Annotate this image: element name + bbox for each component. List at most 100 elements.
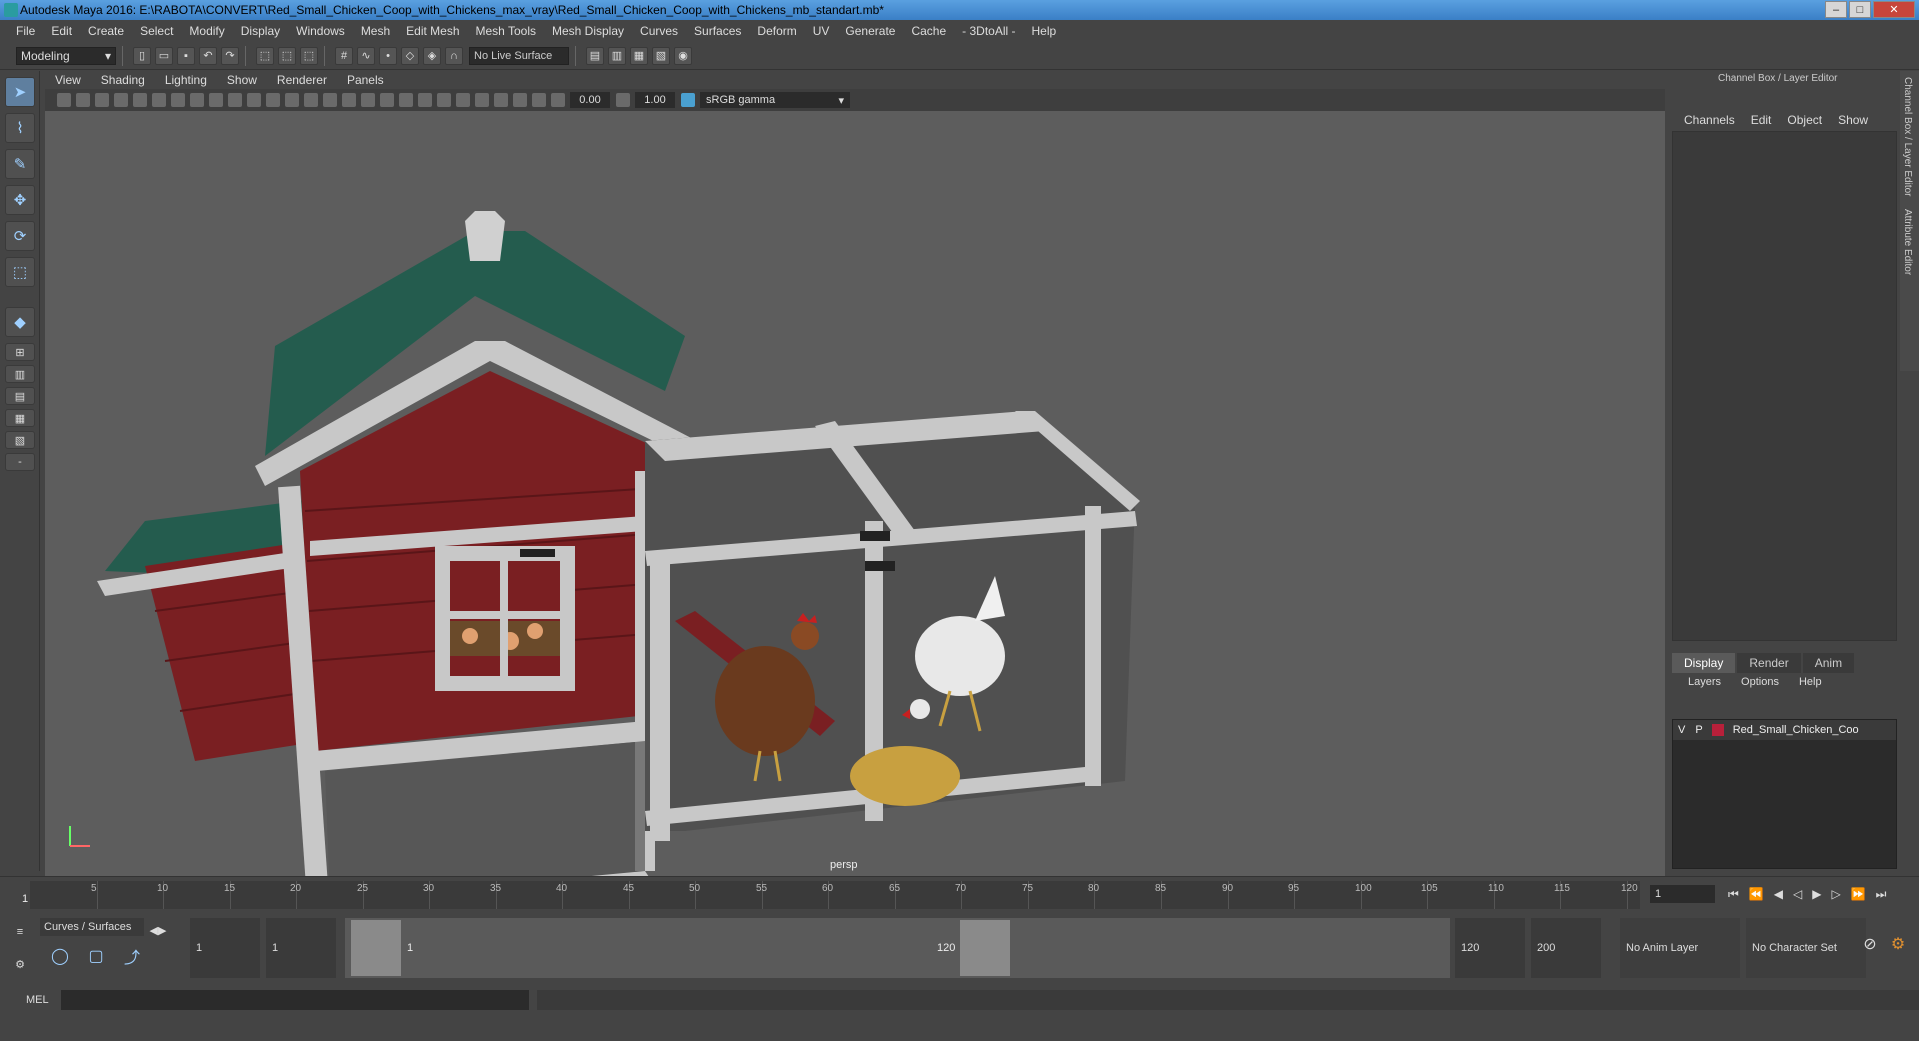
object-menu[interactable]: Object <box>1779 113 1830 127</box>
film-gate-icon[interactable] <box>190 93 204 107</box>
select-object-icon[interactable]: ⬚ <box>278 46 296 65</box>
grid-icon[interactable] <box>171 93 185 107</box>
range-slider[interactable]: 1 120 <box>345 918 1450 978</box>
gate-mask-icon[interactable] <box>228 93 242 107</box>
four-view-icon[interactable]: ⊞ <box>5 343 35 361</box>
maximize-button[interactable]: □ <box>1849 1 1871 18</box>
select-hierarchy-icon[interactable]: ⬚ <box>256 46 274 65</box>
ipr-render-icon[interactable]: ▦ <box>630 46 648 65</box>
safe-action-icon[interactable] <box>266 93 280 107</box>
anim-layer-dropdown[interactable]: No Anim Layer <box>1620 918 1740 978</box>
snap-grid-icon[interactable]: # <box>335 46 353 65</box>
edit-menu[interactable]: Edit <box>1743 113 1780 127</box>
xray-icon[interactable] <box>494 93 508 107</box>
isolate-select-icon[interactable] <box>475 93 489 107</box>
menu-windows[interactable]: Windows <box>288 24 353 38</box>
tab-render[interactable]: Render <box>1737 653 1801 673</box>
range-start-handle[interactable] <box>351 920 401 976</box>
menu-mesh-display[interactable]: Mesh Display <box>544 24 632 38</box>
rotate-tool-icon[interactable]: ⟳ <box>5 221 35 251</box>
step-back-key-icon[interactable]: ⏪ <box>1749 887 1764 901</box>
color-space-dropdown[interactable]: sRGB gamma ▾ <box>700 92 850 108</box>
menu-edit-mesh[interactable]: Edit Mesh <box>398 24 467 38</box>
hypershade-icon[interactable]: ◉ <box>674 46 692 65</box>
menu-cache[interactable]: Cache <box>903 24 954 38</box>
menu-edit[interactable]: Edit <box>43 24 80 38</box>
shelf-tab-curves-surfaces[interactable]: Curves / Surfaces <box>40 918 144 936</box>
panel-menu-panels[interactable]: Panels <box>337 73 394 87</box>
render-frame-icon[interactable]: ▥ <box>608 46 626 65</box>
step-back-frame-icon[interactable]: ◀ <box>1774 887 1783 901</box>
smooth-shade-icon[interactable] <box>323 93 337 107</box>
render-view-icon[interactable]: ▧ <box>652 46 670 65</box>
motion-blur-icon[interactable] <box>437 93 451 107</box>
xray-active-icon[interactable] <box>532 93 546 107</box>
camera-icon[interactable] <box>57 93 71 107</box>
menu-display[interactable]: Display <box>233 24 288 38</box>
select-component-icon[interactable]: ⬚ <box>300 46 318 65</box>
menu-curves[interactable]: Curves <box>632 24 686 38</box>
menu-3dtoall[interactable]: - 3DtoAll - <box>954 24 1023 38</box>
command-input[interactable] <box>60 990 530 1010</box>
layer-color-swatch[interactable] <box>1711 724 1724 736</box>
tab-anim[interactable]: Anim <box>1802 653 1855 673</box>
panel-menu-view[interactable]: View <box>45 73 91 87</box>
wireframe-icon[interactable] <box>304 93 318 107</box>
persp-graph-icon[interactable]: ▦ <box>5 409 35 427</box>
side-tab-channel-box[interactable]: Channel Box / Layer Editor <box>1900 71 1915 203</box>
new-scene-icon[interactable]: ▯ <box>133 46 151 65</box>
start-time-field[interactable]: 1 <box>190 918 260 978</box>
snap-point-icon[interactable]: • <box>379 46 397 65</box>
menu-modify[interactable]: Modify <box>181 24 232 38</box>
close-button[interactable]: ✕ <box>1873 1 1915 18</box>
live-surface-field[interactable]: No Live Surface <box>469 46 569 65</box>
render-settings-icon[interactable]: ▤ <box>586 46 604 65</box>
snap-curve-icon[interactable]: ∿ <box>357 46 375 65</box>
menu-mesh[interactable]: Mesh <box>353 24 398 38</box>
two-view-icon[interactable]: ▥ <box>5 365 35 383</box>
current-frame-field[interactable]: 1 <box>1650 885 1715 903</box>
channel-box-area[interactable] <box>1672 131 1897 641</box>
play-forward-icon[interactable]: ▶ <box>1812 887 1821 901</box>
menu-help[interactable]: Help <box>1024 24 1065 38</box>
anim-prefs-icon[interactable]: ⚙ <box>1886 932 1910 956</box>
resolution-gate-icon[interactable] <box>209 93 223 107</box>
side-tab-attribute-editor[interactable]: Attribute Editor <box>1900 203 1915 281</box>
bookmark-icon[interactable] <box>95 93 109 107</box>
safe-title-icon[interactable] <box>285 93 299 107</box>
playback-start-field[interactable]: 1 <box>266 918 336 978</box>
gamma-icon[interactable] <box>616 93 630 107</box>
move-tool-icon[interactable]: ✥ <box>5 185 35 215</box>
select-tool-icon[interactable]: ➤ <box>5 77 35 107</box>
magnet-icon[interactable]: ∩ <box>445 46 463 65</box>
panel-menu-show[interactable]: Show <box>217 73 267 87</box>
open-scene-icon[interactable]: ▭ <box>155 46 173 65</box>
step-forward-key-icon[interactable]: ⏩ <box>1851 887 1866 901</box>
minimize-button[interactable]: – <box>1825 1 1847 18</box>
nurbs-circle-icon[interactable]: ◯ <box>48 944 72 968</box>
panel-menu-lighting[interactable]: Lighting <box>155 73 217 87</box>
lasso-tool-icon[interactable]: ⌇ <box>5 113 35 143</box>
xray-joints-icon[interactable] <box>513 93 527 107</box>
time-slider-bar[interactable]: 5 10 15 20 25 30 35 40 45 50 55 60 65 70 75 80 85 90 95 100… <box>30 881 1640 909</box>
default-light-icon[interactable] <box>342 93 356 107</box>
ao-icon[interactable] <box>418 93 432 107</box>
single-pane-icon[interactable]: ◆ <box>5 307 35 337</box>
textured-icon[interactable] <box>361 93 375 107</box>
menu-file[interactable]: File <box>8 24 43 38</box>
mode-selector[interactable]: Modeling ▾ <box>16 46 116 65</box>
curve-tool-icon[interactable]: ⤴ <box>120 944 144 968</box>
end-time-field[interactable]: 200 <box>1531 918 1601 978</box>
go-to-start-icon[interactable]: ⏮ <box>1728 887 1739 902</box>
help-menu[interactable]: Help <box>1789 676 1832 688</box>
layer-visibility-toggle[interactable]: V <box>1673 724 1690 736</box>
use-lights-icon[interactable] <box>380 93 394 107</box>
step-forward-frame-icon[interactable]: ▷ <box>1831 887 1840 901</box>
gamma-field[interactable]: 1.00 <box>635 92 675 108</box>
viewport-persp[interactable]: persp <box>45 111 1665 876</box>
collapse-icon[interactable]: - <box>5 453 35 471</box>
shadows-icon[interactable] <box>399 93 413 107</box>
shelf-menu-icon[interactable]: ≡ <box>8 920 32 944</box>
menu-generate[interactable]: Generate <box>837 24 903 38</box>
exposure-icon[interactable] <box>551 93 565 107</box>
